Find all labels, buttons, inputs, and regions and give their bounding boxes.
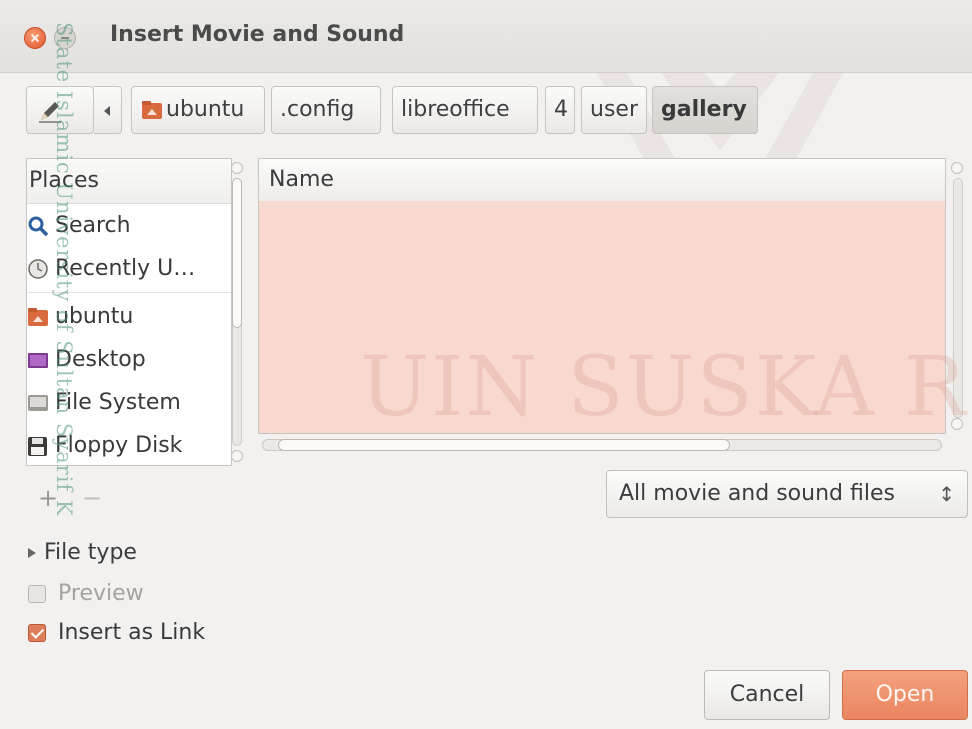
title-bar: Insert Movie and Sound — [0, 0, 972, 73]
divider — [27, 292, 231, 293]
crumb-config[interactable]: .config — [271, 86, 381, 134]
column-header-name[interactable]: Name — [259, 159, 945, 202]
places-sidebar: Places Search Recently U… ubuntu Desktop — [26, 158, 232, 466]
home-folder-icon — [28, 308, 48, 326]
close-button[interactable] — [24, 27, 46, 49]
recent-icon — [28, 259, 48, 279]
filter-selected: All movie and sound files — [619, 481, 895, 506]
crumb-gallery[interactable]: gallery — [652, 86, 758, 134]
places-header: Places — [27, 159, 231, 204]
minimize-button[interactable] — [54, 27, 76, 49]
crumb-libreoffice[interactable]: libreoffice — [392, 86, 538, 134]
crumb-4[interactable]: 4 — [545, 86, 575, 134]
expander-triangle-icon — [28, 548, 36, 558]
file-list-hscroll[interactable] — [258, 436, 946, 454]
file-list[interactable]: Name — [258, 158, 946, 434]
file-type-expander[interactable]: File type — [28, 540, 137, 565]
sidebar-item-search[interactable]: Search — [27, 204, 231, 247]
sidebar-item-floppy-disk[interactable]: Floppy Disk — [27, 424, 231, 465]
drive-icon — [28, 395, 48, 411]
sidebar-item-file-system[interactable]: File System — [27, 381, 231, 424]
sidebar-item-ubuntu[interactable]: ubuntu — [27, 295, 231, 338]
insert-as-link-checkbox[interactable] — [28, 624, 46, 642]
scroll-up-icon[interactable] — [231, 162, 243, 174]
preview-label: Preview — [58, 581, 144, 606]
crumb-user[interactable]: user — [581, 86, 647, 134]
preview-checkbox[interactable] — [28, 585, 46, 603]
scroll-down-icon[interactable] — [231, 450, 243, 462]
places-scrollbar[interactable] — [230, 160, 244, 464]
scroll-thumb[interactable] — [278, 439, 730, 451]
sidebar-item-desktop[interactable]: Desktop — [27, 338, 231, 381]
desktop-icon — [28, 353, 48, 368]
scroll-thumb[interactable] — [232, 178, 242, 328]
sidebar-item-label: Search — [55, 213, 131, 238]
sidebar-item-label: File System — [55, 390, 181, 415]
sidebar-item-label: ubuntu — [55, 304, 134, 329]
sidebar-item-label: Desktop — [55, 347, 146, 372]
sidebar-item-recent[interactable]: Recently U… — [27, 247, 231, 290]
edit-path-button[interactable] — [26, 86, 94, 134]
scroll-up-icon[interactable] — [951, 162, 963, 174]
sidebar-item-label: Floppy Disk — [55, 433, 183, 458]
insert-as-link-option[interactable]: Insert as Link — [28, 620, 205, 645]
window-title: Insert Movie and Sound — [110, 22, 405, 47]
sidebar-item-label: Recently U… — [55, 256, 196, 281]
insert-as-link-label: Insert as Link — [58, 620, 206, 645]
chevron-left-icon — [104, 106, 110, 116]
home-folder-icon — [142, 101, 162, 119]
search-icon — [28, 216, 49, 237]
open-button[interactable]: Open — [842, 670, 968, 720]
crumb-ubuntu[interactable]: ubuntu — [131, 86, 265, 134]
add-bookmark-button[interactable]: + — [38, 484, 58, 512]
scroll-down-icon[interactable] — [951, 418, 963, 430]
file-list-body[interactable] — [259, 201, 945, 433]
remove-bookmark-button[interactable]: − — [82, 484, 102, 512]
file-type-filter[interactable]: All movie and sound files ↕ — [606, 470, 968, 518]
crumb-label: ubuntu — [166, 97, 245, 122]
path-back-button[interactable] — [94, 86, 122, 134]
cancel-button[interactable]: Cancel — [704, 670, 830, 720]
scroll-track[interactable] — [953, 178, 963, 418]
file-list-vscroll[interactable] — [950, 160, 966, 436]
floppy-icon — [28, 437, 47, 456]
file-type-label: File type — [44, 540, 137, 565]
preview-option[interactable]: Preview — [28, 581, 144, 606]
updown-arrows-icon: ↕ — [938, 482, 955, 506]
pencil-icon — [39, 102, 61, 123]
